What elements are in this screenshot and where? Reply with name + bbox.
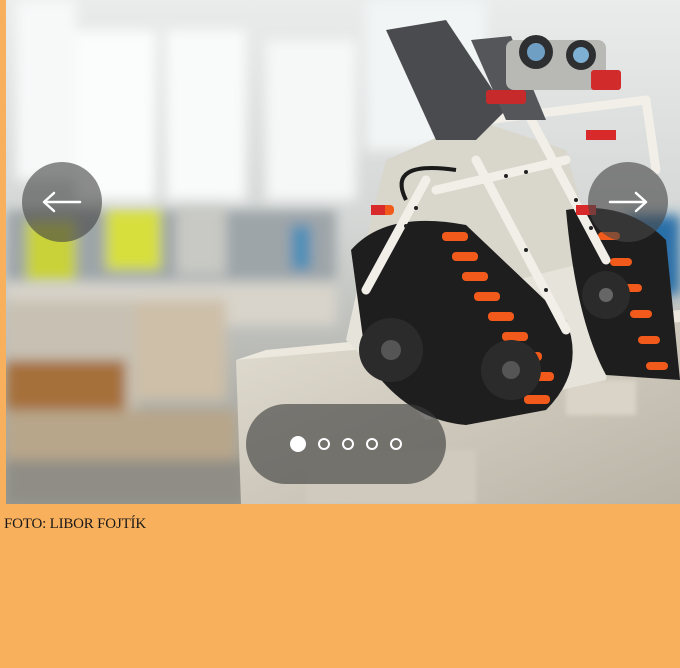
pagination-dot-3[interactable] bbox=[342, 438, 354, 450]
pagination-dot-5[interactable] bbox=[390, 438, 402, 450]
page: FOTO: LIBOR FOJTÍK bbox=[0, 0, 680, 668]
arrow-right-icon bbox=[608, 191, 648, 213]
arrow-left-icon bbox=[42, 191, 82, 213]
photo-credit: FOTO: LIBOR FOJTÍK bbox=[4, 516, 146, 532]
previous-slide-button[interactable] bbox=[22, 162, 102, 242]
pagination-dot-4[interactable] bbox=[366, 438, 378, 450]
slide-pagination bbox=[246, 404, 446, 484]
next-slide-button[interactable] bbox=[588, 162, 668, 242]
pagination-dot-1[interactable] bbox=[290, 436, 306, 452]
pagination-dot-2[interactable] bbox=[318, 438, 330, 450]
image-slider[interactable] bbox=[6, 0, 680, 504]
